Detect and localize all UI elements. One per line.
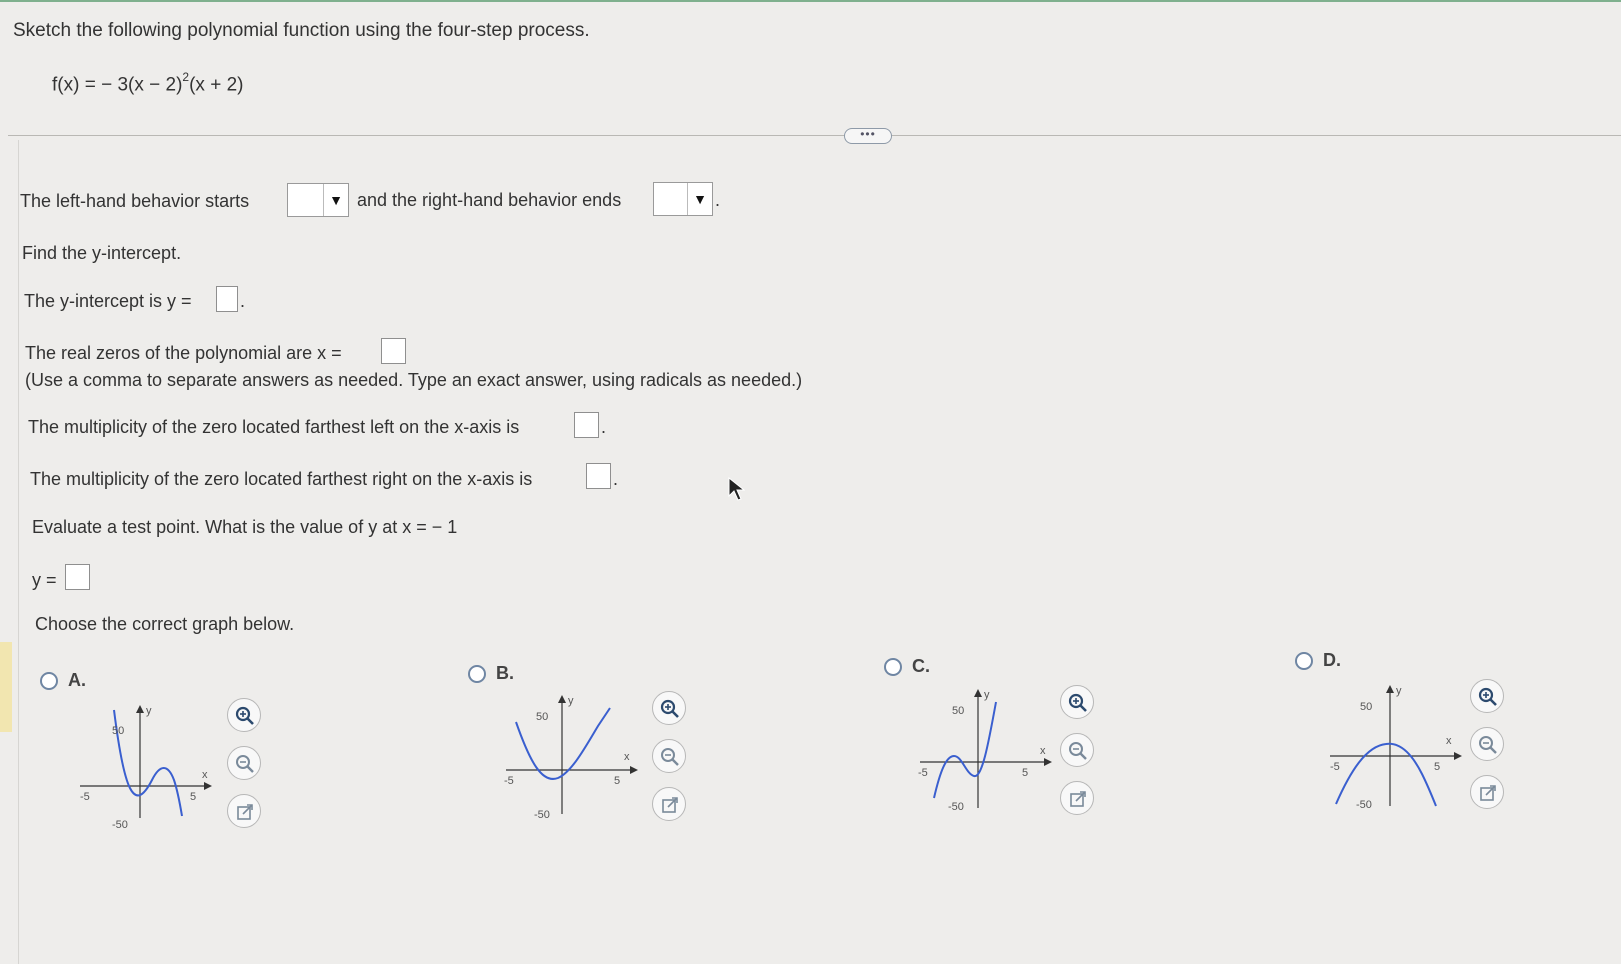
mult-right-period: . [613,469,619,489]
option-c-radio[interactable] [884,658,902,676]
external-link-icon [1480,785,1496,801]
test-point-label: Evaluate a test point. What is the value… [32,517,458,537]
option-b-label: B. [496,663,514,683]
graph-a-x-label: x [202,769,208,781]
graph-d-y-top: 50 [1360,701,1372,713]
graph-a-y-bottom: -50 [112,819,128,830]
behavior-middle-text: and the right-hand behavior ends [357,190,622,210]
graph-a-x-right: 5 [190,791,196,803]
zoom-in-button-c[interactable] [1060,685,1094,719]
graph-a-y-top: 50 [112,725,124,737]
external-link-icon [237,804,253,820]
y-equals-label: y = [32,570,57,590]
dropdown-arrow-icon: ▼ [687,183,712,215]
graph-a[interactable]: -5 5 x y 50 -50 [72,700,222,830]
zeros-input[interactable] [381,338,406,364]
question-instruction: Sketch the following polynomial function… [13,20,590,41]
zoom-in-button-a[interactable] [227,698,261,732]
graph-d-x-label: x [1446,735,1452,747]
mouse-cursor-icon [728,476,745,501]
graph-c-x-label: x [1040,745,1046,757]
graph-d[interactable]: -5 5 x y 50 -50 [1322,682,1472,812]
graph-c-y-bottom: -50 [948,801,964,813]
function-expression: f(x) = − 3(x − 2)2(x + 2) [52,70,244,96]
graph-c[interactable]: -5 5 x y 50 -50 [912,686,1062,816]
option-c-label: C. [912,656,930,676]
zoom-out-button-c[interactable] [1060,733,1094,767]
option-d-label: D. [1323,650,1341,670]
zoom-in-button-d[interactable] [1470,679,1504,713]
graph-b[interactable]: -5 5 x y 50 -50 [500,692,650,822]
zoom-out-icon [661,748,679,766]
choose-graph-text: Choose the correct graph below. [35,614,295,634]
graph-a-x-left: -5 [80,791,90,803]
more-button[interactable]: ••• [844,128,892,144]
zoom-in-icon [660,699,679,718]
graph-b-x-label: x [624,751,630,763]
open-graph-button-c[interactable] [1060,781,1094,815]
left-highlight-strip [0,642,12,732]
section-divider [8,135,1621,136]
external-link-icon [662,797,678,813]
graph-d-y-bottom: -50 [1356,799,1372,811]
graph-c-x-left: -5 [918,767,928,779]
graph-b-y-label: y [568,695,574,707]
left-border-line [18,140,19,964]
y-intercept-input[interactable] [216,286,238,312]
zoom-in-icon [1478,687,1497,706]
graph-c-y-top: 50 [952,705,964,717]
top-accent-bar [0,0,1621,2]
mult-left-label: The multiplicity of the zero located far… [28,417,520,437]
graph-d-x-right: 5 [1434,761,1440,773]
y-intercept-period: . [240,291,246,311]
behavior-prefix-text: The left-hand behavior starts [20,191,250,211]
external-link-icon [1070,791,1086,807]
graph-d-x-left: -5 [1330,761,1340,773]
zoom-in-icon [1068,693,1087,712]
graph-c-curve [933,701,997,799]
mult-left-input[interactable] [574,412,599,438]
option-a-label: A. [68,670,86,690]
mult-right-label: The multiplicity of the zero located far… [30,469,533,489]
option-d-radio[interactable] [1295,652,1313,670]
dropdown-arrow-icon: ▼ [323,184,348,216]
option-a-radio[interactable] [40,672,58,690]
zoom-out-icon [1069,742,1087,760]
open-graph-button-d[interactable] [1470,775,1504,809]
graph-c-x-right: 5 [1022,767,1028,779]
mult-left-period: . [601,417,607,437]
mult-right-input[interactable] [586,463,611,489]
graph-b-y-bottom: -50 [534,809,550,821]
graph-b-y-top: 50 [536,711,548,723]
zoom-in-icon [235,706,254,725]
zoom-out-button-d[interactable] [1470,727,1504,761]
graph-c-y-label: y [984,689,990,701]
left-behavior-dropdown[interactable]: ▼ [287,183,349,217]
graph-b-x-right: 5 [614,775,620,787]
zoom-out-button-b[interactable] [652,739,686,773]
graph-b-x-left: -5 [504,775,514,787]
zoom-in-button-b[interactable] [652,691,686,725]
zoom-out-icon [236,755,254,773]
zeros-label: The real zeros of the polynomial are x = [25,343,342,363]
graph-d-y-label: y [1396,685,1402,697]
open-graph-button-a[interactable] [227,794,261,828]
graph-d-curve [1335,742,1437,807]
open-graph-button-b[interactable] [652,787,686,821]
option-b-radio[interactable] [468,665,486,683]
test-point-input[interactable] [65,564,90,590]
graph-b-curve [515,707,611,780]
zoom-out-button-a[interactable] [227,746,261,780]
graph-a-y-label: y [146,705,152,717]
right-behavior-dropdown[interactable]: ▼ [653,182,713,216]
find-y-intercept-text: Find the y-intercept. [22,243,182,263]
zoom-out-icon [1479,736,1497,754]
zeros-hint: (Use a comma to separate answers as need… [25,370,803,390]
y-intercept-label: The y-intercept is y = [24,291,192,311]
behavior-period: . [715,190,721,210]
